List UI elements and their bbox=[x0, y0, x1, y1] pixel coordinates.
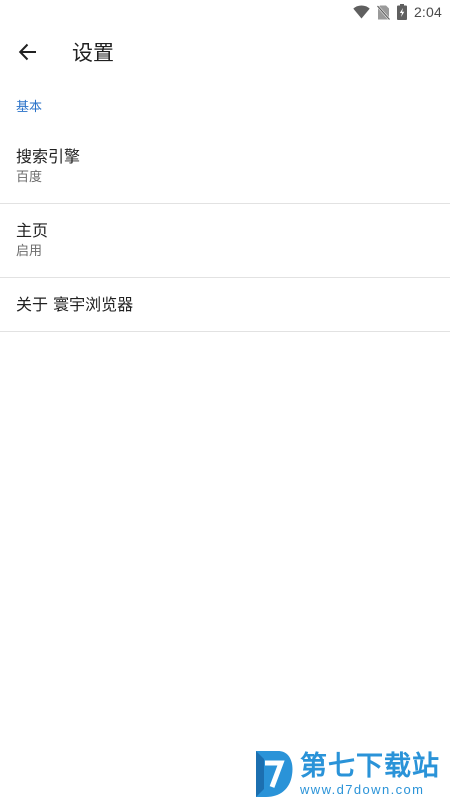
pref-search-engine[interactable]: 搜索引擎 百度 bbox=[0, 130, 450, 204]
pref-title: 搜索引擎 bbox=[16, 147, 81, 166]
app-toolbar: 设置 bbox=[0, 24, 450, 80]
pref-title: 主页 bbox=[16, 221, 49, 240]
status-bar: 2:04 bbox=[0, 0, 450, 24]
watermark-url: www.d7down.com bbox=[300, 781, 425, 797]
arrow-back-icon bbox=[18, 43, 36, 61]
back-button[interactable] bbox=[0, 24, 56, 80]
pref-summary: 启用 bbox=[16, 244, 43, 259]
page-title: 设置 bbox=[72, 41, 114, 65]
pref-about[interactable]: 关于 寰宇浏览器 bbox=[0, 278, 450, 332]
settings-screen: 2:04 设置 基本 搜索引擎 百度 主页 启用 关于 寰宇浏览器 第七下载站 bbox=[0, 0, 450, 800]
section-header-basic: 基本 bbox=[16, 99, 43, 115]
pref-summary: 百度 bbox=[16, 170, 43, 185]
battery-charging-icon bbox=[396, 4, 407, 20]
pref-homepage[interactable]: 主页 启用 bbox=[0, 204, 450, 278]
no-sim-icon bbox=[376, 4, 390, 20]
watermark-text: 第七下载站 www.d7down.com bbox=[300, 750, 440, 797]
wifi-icon bbox=[353, 5, 370, 19]
d7-logo-icon bbox=[256, 751, 293, 797]
watermark: 第七下载站 www.d7down.com bbox=[252, 748, 448, 800]
pref-title: 关于 寰宇浏览器 bbox=[16, 294, 134, 314]
status-time: 2:04 bbox=[413, 4, 442, 20]
watermark-title: 第七下载站 bbox=[300, 750, 440, 782]
